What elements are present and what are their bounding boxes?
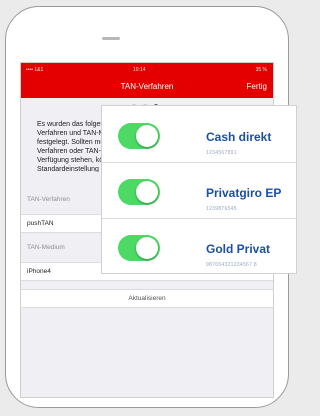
account-name: Gold Privat	[206, 242, 271, 256]
speaker-grill	[102, 37, 120, 40]
account-name: Privatgiro EP	[206, 186, 282, 200]
account-number: 1239876545	[206, 206, 237, 212]
account-row[interactable]: Privatgiro EP 1239876545	[102, 162, 296, 218]
page-title: TAN-Verfahren	[120, 82, 174, 91]
account-toggle[interactable]	[118, 179, 160, 205]
account-toggle[interactable]	[118, 123, 160, 149]
account-name: Cash direkt	[206, 130, 272, 144]
row-divider	[102, 162, 296, 163]
toggle-knob	[136, 181, 158, 203]
status-time: 10:14	[133, 67, 146, 73]
account-row[interactable]: Gold Privat 987654321234567 8	[102, 218, 296, 274]
status-battery: 35 %	[255, 67, 267, 73]
account-toggle[interactable]	[118, 235, 160, 261]
navigation-bar: TAN-Verfahren Fertig	[21, 76, 273, 98]
tan-medium-value: iPhone4	[27, 268, 51, 275]
account-row[interactable]: Cash direkt 1234567891	[102, 106, 296, 162]
status-bar: •••• 1&1 10:14 35 %	[21, 63, 273, 76]
done-button[interactable]: Fertig	[247, 82, 267, 91]
toggle-knob	[136, 237, 158, 259]
update-button[interactable]: Aktualisieren	[21, 289, 273, 308]
toggle-knob	[136, 125, 158, 147]
status-carrier: •••• 1&1	[26, 67, 44, 73]
account-selection-panel: Cash direkt 1234567891 Privatgiro EP 123…	[101, 105, 297, 274]
tan-verfahren-value: pushTAN	[27, 220, 54, 227]
row-divider	[102, 218, 296, 219]
account-number: 987654321234567 8	[206, 262, 257, 268]
account-number: 1234567891	[206, 150, 237, 156]
